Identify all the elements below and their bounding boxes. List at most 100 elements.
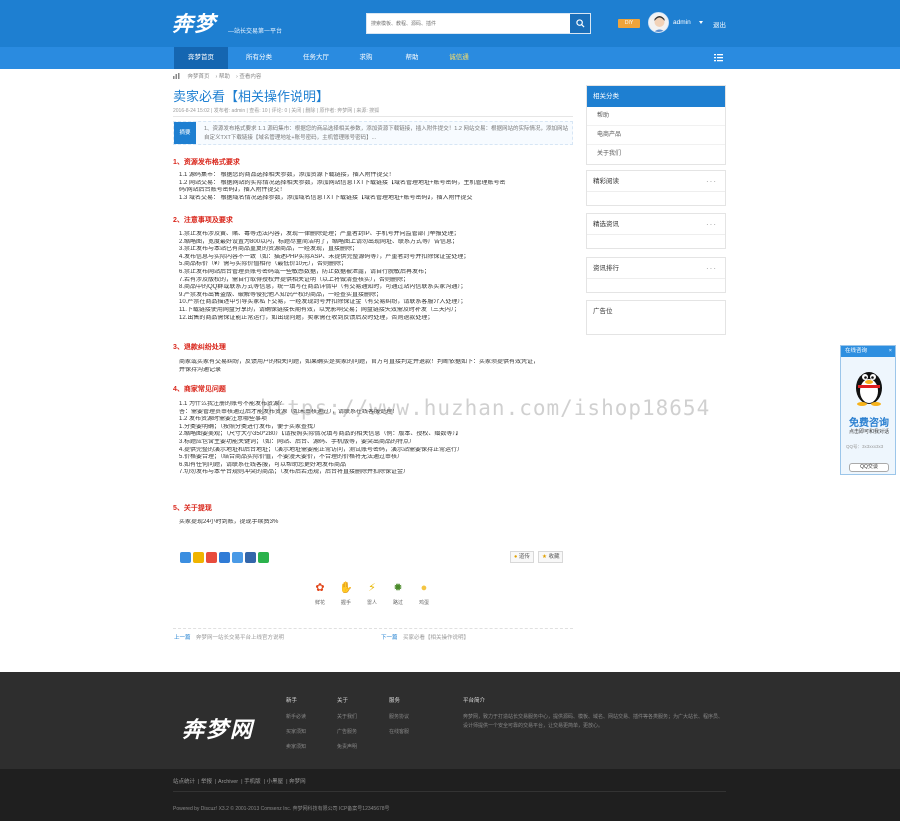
spread-button[interactable]: ● 道传: [510, 551, 534, 563]
footer-about: 平台简介 奔梦网，致力于打造站长交易服务中心，提供源码、模板、域名、网站交易、插…: [463, 696, 725, 731]
section-line: 买家提现24小时到账，提现手续费3%: [179, 519, 279, 525]
mood-egg[interactable]: ● 鸡蛋: [416, 582, 432, 606]
breadcrumb-home[interactable]: 奔梦首页: [188, 74, 210, 80]
next-label: 下一篇: [381, 635, 398, 641]
bottom-link[interactable]: 奔梦网: [289, 779, 306, 785]
username[interactable]: admin: [673, 19, 691, 26]
section-heading: 1、资源发布格式要求: [173, 159, 240, 166]
section-line: 3.禁止发布与本站已有商品重复的资源商品，一经发现，直接删除；: [179, 246, 359, 253]
mood-pass[interactable]: ✹ 路过: [390, 582, 406, 606]
abstract-text: 1、资源发布格式要求 1.1 源码集市：根据您的商品选择相关参数，添加资源下载链…: [204, 126, 568, 141]
share-star-icon[interactable]: [193, 552, 204, 563]
prev-article[interactable]: 上一篇 奔梦网一站长交易平台上线官方说明: [174, 633, 284, 641]
featured-reading-title: 精彩阅读 ···: [587, 171, 725, 192]
selected-news-box: 精选资讯 ···: [586, 213, 726, 249]
favorite-button[interactable]: ★ 收藏: [538, 551, 564, 563]
more-icon[interactable]: ···: [706, 258, 717, 279]
watermark: https://www.huzhan.com/ishop18654: [260, 396, 711, 420]
share-qzone-icon[interactable]: [219, 552, 230, 563]
breadcrumb-help[interactable]: 帮助: [219, 74, 230, 80]
mood-bar: ✿ 鲜花 ✋ 握手 ⚡ 雷人 ✹ 路过 ● 鸡蛋: [312, 582, 432, 606]
footer-link[interactable]: 买家须知: [286, 728, 306, 735]
avatar[interactable]: [648, 12, 669, 33]
nav-item-trust[interactable]: 诚信通: [437, 47, 481, 69]
star-icon: ★: [542, 554, 547, 560]
share-tencent-icon[interactable]: [232, 552, 243, 563]
qq-chat-button[interactable]: QQ交谈: [849, 463, 889, 472]
qq-float-title: 在线咨询: [845, 348, 868, 354]
qq-float-subtitle: 点击即可和我对话: [848, 429, 889, 435]
footer-logo[interactable]: 奔梦网: [182, 712, 254, 744]
footer-col-title: 关于: [337, 698, 349, 704]
divider: [173, 628, 573, 629]
section-line: 2.缩略图要美观；（尺寸大小350*280）【请按照实际情况填写商品的相关信息（…: [179, 431, 462, 438]
next-article[interactable]: 下一篇 买家必看【相关操作说明】: [381, 633, 469, 641]
close-icon[interactable]: ×: [889, 346, 892, 357]
mood-label: 握手: [340, 600, 351, 606]
footer: 奔梦网 新手 新手必读 买家须知 卖家须知 关于 关于我们 广告服务 免责声明 …: [0, 672, 900, 769]
share-plus-icon[interactable]: [180, 552, 191, 563]
more-icon[interactable]: ···: [706, 171, 717, 192]
news-ranking-box: 资讯排行 ···: [586, 257, 726, 293]
footer-link[interactable]: 免责声明: [337, 743, 357, 750]
section-line: 8.商品中的QQ群或联系方式等信息，统一填写在商品详情中（有交易通知时，可通过站…: [179, 284, 467, 291]
prev-label: 上一篇: [174, 635, 191, 641]
diy-badge[interactable]: DIY: [618, 19, 640, 28]
footer-link[interactable]: 新手必读: [286, 713, 306, 720]
footer-link[interactable]: 在线客服: [389, 728, 409, 735]
abstract-tag: 摘要: [174, 122, 196, 144]
mood-handshake[interactable]: ✋ 握手: [338, 582, 354, 606]
nav-item-home[interactable]: 奔梦首页: [174, 47, 228, 69]
search-button[interactable]: [570, 14, 590, 33]
footer-col-title: 新手: [286, 698, 298, 704]
section-heading: 4、商家常见问题: [173, 386, 226, 393]
logout-link[interactable]: 退出: [713, 19, 726, 29]
qq-float-header: 在线咨询 ×: [841, 346, 895, 357]
site-logo[interactable]: 奔梦 —站长交易第一平台: [172, 8, 312, 40]
related-category-title: 相关分类: [587, 86, 725, 107]
section-line: 6.如有任何问题，请联系在线客服，可以帮助您更好地发布商品: [179, 461, 347, 468]
nav-item-help[interactable]: 帮助: [392, 47, 432, 69]
footer-link[interactable]: 卖家须知: [286, 743, 306, 750]
section-line: 3.标题应包含主要功能关键词；（如：网站、后台、源码、手机版等，要突出商品的特点…: [179, 438, 416, 445]
nav-item-tasks[interactable]: 任务大厅: [292, 47, 340, 69]
bottom-link[interactable]: Archiver: [218, 779, 238, 785]
section-line: 并保持沟通记录: [179, 366, 222, 373]
section-line: 5.商品标价（¥）需与实际价值相符（最低价10元），否则删除；: [179, 261, 348, 268]
bottom-link[interactable]: 举报: [201, 779, 212, 785]
section-heading: 2、注意事项及要求: [173, 217, 233, 224]
section-line: 5.价格要合理；（结合商品实际价值，不要漫天要价，不合理的价格将无法通过审核）: [179, 454, 404, 461]
sidebar-item-ecommerce[interactable]: 电商产品: [587, 126, 725, 145]
section-heading: 3、退款纠纷处理: [173, 344, 226, 351]
more-icon[interactable]: ···: [706, 214, 717, 235]
chevron-down-icon[interactable]: [699, 21, 703, 24]
bottom-link[interactable]: 手机版: [244, 779, 261, 785]
ad-title: 广告位: [593, 308, 613, 315]
mood-flower[interactable]: ✿ 鲜花: [312, 582, 328, 606]
share-weibo-icon[interactable]: [206, 552, 217, 563]
breadcrumb: 奔梦首页 › 帮助 › 查看内容: [173, 72, 267, 80]
footer-link[interactable]: 关于我们: [337, 713, 357, 720]
bottom-link[interactable]: 小黑屋: [267, 779, 284, 785]
nav-item-categories[interactable]: 所有分类: [235, 47, 283, 69]
qq-float-number: QQ号：3x3xxx3x3: [846, 444, 884, 449]
bottom-link[interactable]: 站点统计: [173, 779, 195, 785]
search-input[interactable]: [367, 14, 567, 33]
menu-icon[interactable]: [714, 53, 723, 62]
logo-text: 奔梦: [172, 11, 216, 36]
mood-lightning[interactable]: ⚡ 雷人: [364, 582, 380, 606]
footer-link[interactable]: 服务协议: [389, 713, 409, 720]
section-line: 1.3 域名交易： 根据域名情况选择参数，添加域名信息TXT下载链接【域名管理地…: [179, 194, 473, 201]
share-renren-icon[interactable]: [245, 552, 256, 563]
sidebar-item-about[interactable]: 关于我们: [587, 145, 725, 164]
share-wechat-icon[interactable]: [258, 552, 269, 563]
related-category-box: 相关分类 帮助 电商产品 关于我们: [586, 85, 726, 165]
sidebar-item-help[interactable]: 帮助: [587, 107, 725, 126]
footer-col-title: 服务: [389, 698, 401, 704]
ad-box: 广告位: [586, 300, 726, 335]
section-line: 7.切勿发布与本平台规则冲突的商品；（发布后若违规，后台将直接删除并扣除保证金）: [179, 469, 410, 476]
section-line: 1.2 网站交易： 根据网站的实际情况选择相关参数，添加网站信息TXT下载链接【…: [179, 179, 506, 186]
footer-link[interactable]: 广告服务: [337, 728, 357, 735]
flower-icon: ✿: [315, 582, 325, 594]
nav-item-request[interactable]: 求购: [346, 47, 386, 69]
